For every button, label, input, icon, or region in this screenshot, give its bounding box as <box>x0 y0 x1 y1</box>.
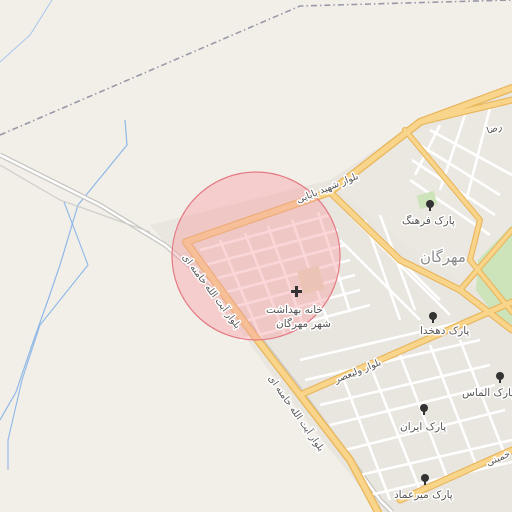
health-center-label-line1: خانه بهداشت <box>266 304 323 316</box>
park-dehkhoda-label: پارک دهخدا <box>420 325 469 337</box>
park-miremad-label: پارک میرعماد <box>394 489 453 501</box>
district-label-mehregan: مهرگان <box>420 248 466 266</box>
park-almas-label: پارک الماس <box>462 387 512 399</box>
park-iran-label: پارک ایران <box>400 421 446 433</box>
park-farhang-label: پارک فرهنگ <box>402 214 455 227</box>
health-center-label-line2: شهر مهرگان <box>276 317 331 330</box>
map-view[interactable]: بلوار شهید بابایی بلوار آیت الله خامنه ا… <box>0 0 512 512</box>
